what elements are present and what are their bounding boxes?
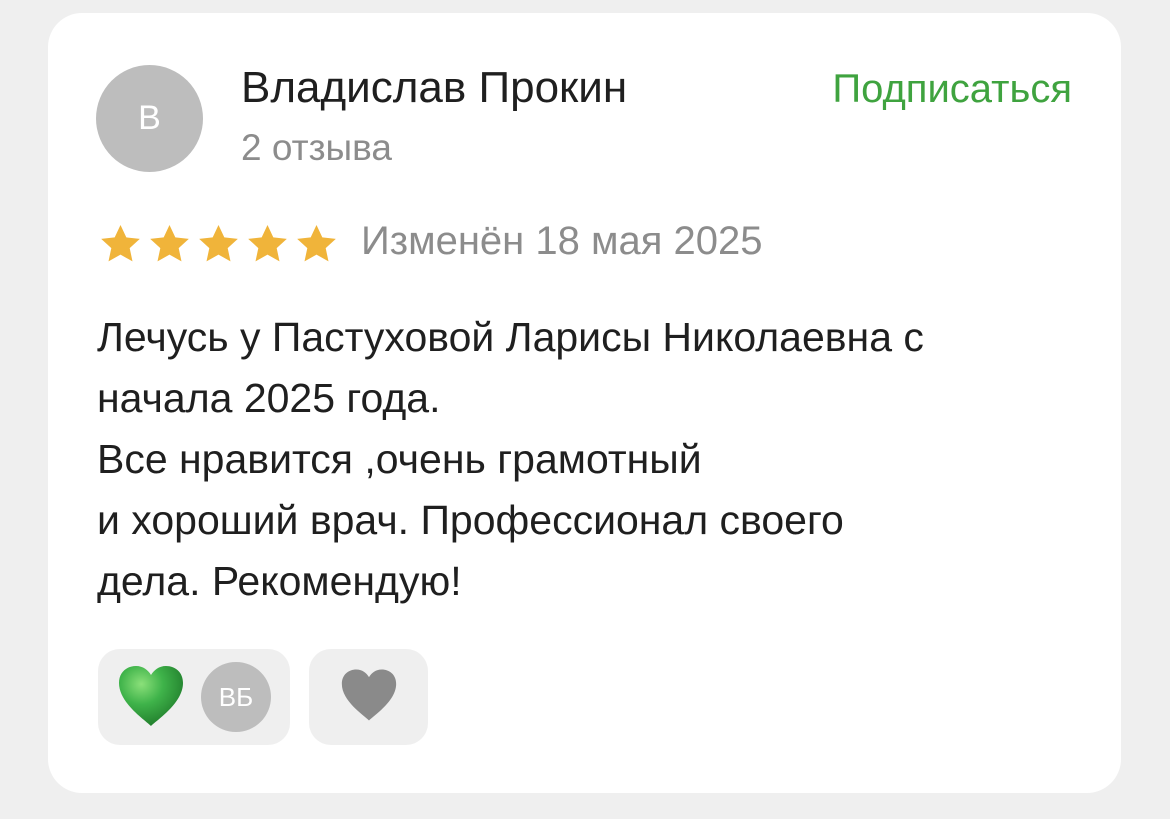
star-icon [98, 222, 143, 267]
star-icon [245, 222, 290, 267]
star-icon [196, 222, 241, 267]
star-icon [294, 222, 339, 267]
review-card: В Владислав Прокин 2 отзыва Подписаться … [48, 13, 1121, 793]
gray-heart-icon [338, 667, 400, 728]
review-text-line: Лечусь у Пастуховой Ларисы Николаевна с [97, 314, 924, 360]
review-text-line: Все нравится ,очень грамотный [97, 436, 702, 482]
green-heart-icon [115, 663, 187, 734]
author-avatar[interactable]: В [96, 65, 203, 172]
liked-reaction-button[interactable]: ВБ [98, 649, 290, 745]
rating-stars [98, 222, 339, 267]
subscribe-button[interactable]: Подписаться [832, 67, 1072, 112]
author-review-count: 2 отзыва [241, 127, 392, 168]
liker-avatar: ВБ [201, 662, 271, 732]
star-icon [147, 222, 192, 267]
author-name[interactable]: Владислав Прокин [241, 63, 627, 113]
avatar-letter: В [138, 99, 161, 137]
review-text-line: и хороший врач. Профессионал своего [97, 497, 844, 543]
like-button[interactable] [309, 649, 428, 745]
edited-date: Изменён 18 мая 2025 [361, 219, 763, 263]
liker-initials: ВБ [218, 681, 254, 712]
review-text-line: начала 2025 года. [97, 375, 441, 421]
review-text: Лечусь у Пастуховой Ларисы Николаевна с … [97, 307, 1087, 612]
review-text-line: дела. Рекомендую! [97, 558, 462, 604]
